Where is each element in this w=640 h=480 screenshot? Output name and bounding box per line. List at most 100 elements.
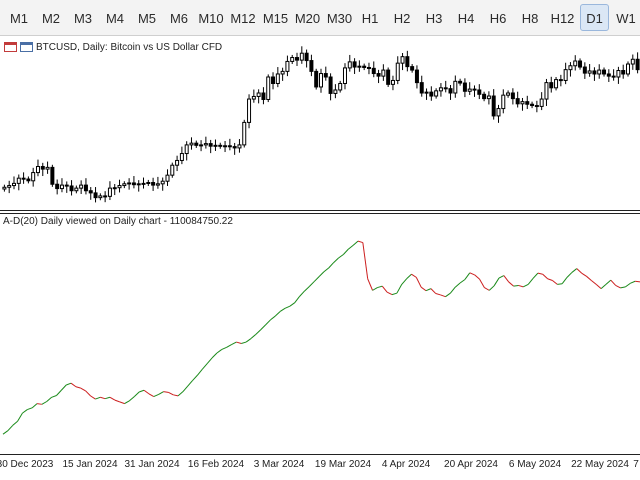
ad-segment-down: [70, 382, 77, 388]
candle-bear: [443, 87, 448, 90]
timeframe-button-m5[interactable]: M5: [132, 4, 162, 31]
ad-segment-up: [323, 267, 330, 273]
timeframe-toolbar: M1 M2 M3 M4 M5 M6 M10 M12 M15 M20 M30 H1 H2 H3 H4 H6 H8 H…: [0, 0, 640, 36]
timeframe-button-m12[interactable]: M12: [228, 4, 258, 31]
candle-bear: [218, 144, 223, 147]
price-chart[interactable]: [0, 40, 640, 210]
timeframe-button-h3[interactable]: H3: [420, 4, 448, 31]
candle-bear: [606, 73, 611, 77]
candle-bull: [554, 79, 559, 89]
timeframe-button-m6[interactable]: M6: [164, 4, 194, 31]
ad-segment-up: [211, 352, 218, 359]
candle-bull: [165, 174, 170, 182]
timeframe-button-h8[interactable]: H8: [516, 4, 544, 31]
candle-bull: [11, 182, 16, 187]
ad-segment-down: [552, 280, 558, 285]
candle-bear: [295, 57, 300, 61]
ad-segment-down: [381, 285, 388, 293]
timeframe-button-h12[interactable]: H12: [548, 4, 577, 31]
candle-bear: [414, 69, 419, 84]
x-tick-label: 22 May 2024: [571, 459, 629, 470]
ad-segment-up: [445, 292, 451, 298]
candle-bear: [50, 166, 55, 185]
candle-bear: [40, 166, 45, 170]
ad-segment-up: [46, 396, 52, 402]
x-tick-label: 16 Feb 2024: [187, 459, 245, 470]
candle-bull: [438, 87, 443, 92]
ad-segment-down: [576, 268, 582, 274]
ad-segment-down: [114, 399, 120, 403]
ad-segment-down: [357, 240, 363, 244]
candle-bull: [342, 67, 347, 84]
candle-bull: [117, 185, 122, 189]
ad-segment-up: [192, 374, 198, 381]
candle-bear: [592, 70, 597, 75]
ad-segment-up: [625, 282, 631, 288]
timeframe-button-m10[interactable]: M10: [196, 4, 226, 31]
timeframe-button-m4[interactable]: M4: [100, 4, 130, 31]
timeframe-button-m3[interactable]: M3: [68, 4, 98, 31]
candle-bear: [429, 91, 434, 97]
candle-bull: [597, 69, 602, 75]
pane-divider-top[interactable]: [0, 210, 640, 211]
ad-segment-down: [508, 281, 514, 287]
ad-segment-down: [479, 278, 485, 288]
x-tick-label: 3 Mar 2024: [253, 459, 305, 470]
candle-bear: [371, 67, 376, 75]
candle-bull: [179, 153, 184, 161]
candle-bull: [496, 108, 501, 117]
ad-segment-down: [430, 288, 437, 294]
timeframe-button-m15[interactable]: M15: [260, 4, 291, 31]
ad-segment-down: [173, 394, 179, 397]
candle-bull: [107, 187, 112, 197]
ad-segment-down: [591, 280, 597, 285]
timeframe-button-h2[interactable]: H2: [388, 4, 416, 31]
ad-segment-up: [532, 272, 539, 279]
candle-bull: [112, 187, 117, 190]
timeframe-button-h1[interactable]: H1: [356, 4, 384, 31]
ad-segment-up: [7, 425, 14, 432]
timeframe-button-m2[interactable]: M2: [36, 4, 66, 31]
candle-bear: [491, 95, 496, 117]
candle-bear: [611, 75, 616, 78]
timeframe-button-h6[interactable]: H6: [484, 4, 512, 31]
timeframe-button-w1[interactable]: W1: [612, 4, 640, 31]
ad-segment-up: [571, 268, 578, 273]
ad-segment-up: [289, 302, 296, 307]
ad-indicator-chart[interactable]: [0, 228, 640, 453]
candle-bear: [462, 82, 467, 92]
ad-segment-up: [372, 287, 378, 291]
timeframe-button-h4[interactable]: H4: [452, 4, 480, 31]
candle-bear: [635, 58, 640, 71]
candle-bear: [472, 88, 477, 91]
candle-bull: [539, 98, 544, 107]
ad-segment-down: [518, 284, 524, 288]
candle-bear: [328, 76, 333, 94]
x-tick-label: 6 May 2024: [508, 459, 562, 470]
candle-bull: [285, 60, 290, 72]
timeframe-button-m20[interactable]: M20: [292, 4, 323, 31]
candle-bear: [582, 66, 587, 74]
ad-segment-up: [60, 384, 67, 391]
ad-segment-up: [377, 285, 383, 289]
timeframe-button-d1[interactable]: D1: [580, 4, 609, 31]
ad-segment-down: [90, 395, 96, 400]
candle-bull: [59, 184, 64, 190]
ad-segment-down: [586, 275, 592, 281]
ad-segment-down: [415, 277, 422, 288]
ad-segment-up: [464, 272, 471, 280]
candle-bull: [319, 73, 323, 88]
candle-bear: [510, 92, 515, 100]
ad-segment-down: [148, 393, 154, 398]
timeframe-button-m30[interactable]: M30: [324, 4, 355, 31]
candle-bull: [160, 180, 165, 185]
candle-bear: [621, 70, 626, 75]
timeframe-button-m1[interactable]: M1: [4, 4, 34, 31]
candle-bull: [266, 76, 271, 100]
ad-segment-up: [95, 396, 101, 400]
candle-bull: [213, 144, 218, 147]
candle-bear: [419, 82, 424, 94]
ad-segment-down: [143, 389, 150, 395]
ad-segment-up: [566, 272, 573, 278]
candle-bear: [477, 89, 482, 95]
